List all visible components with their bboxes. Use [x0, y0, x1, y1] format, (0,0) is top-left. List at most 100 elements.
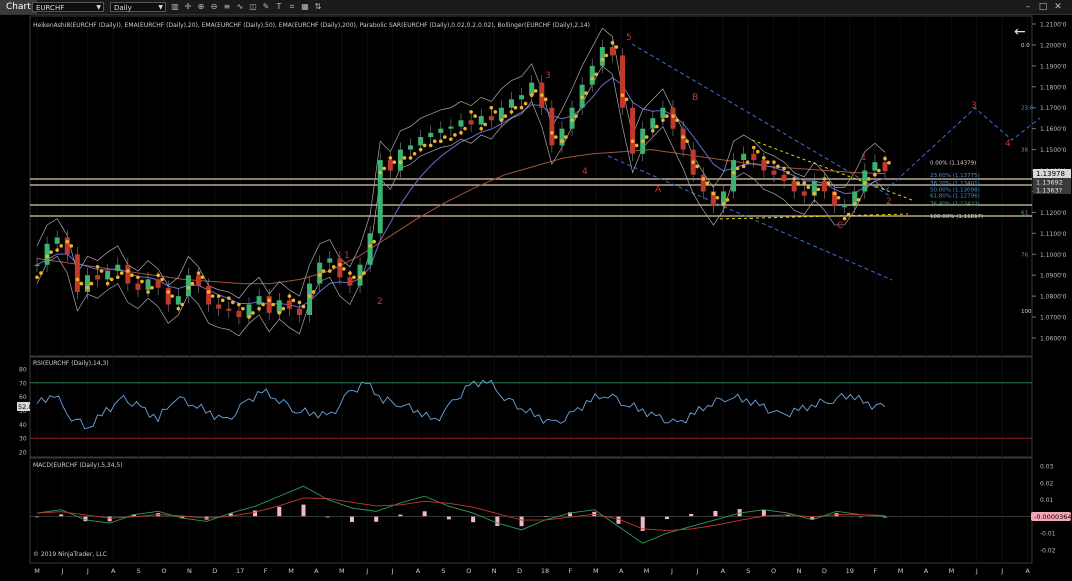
- candle-body: [488, 116, 494, 121]
- sar-dot: [200, 275, 205, 280]
- candle-body: [680, 128, 686, 150]
- sar-dot: [307, 294, 312, 298]
- candle-body: [155, 279, 161, 288]
- sar-dot: [432, 139, 437, 144]
- grid: [36, 16, 1028, 563]
- time-axis-label: D: [822, 567, 827, 575]
- price-axis-label: 1.2000'0: [1040, 42, 1067, 49]
- sar-dot: [614, 45, 619, 49]
- sar-dot: [741, 164, 746, 169]
- rsi-panel-frame: [29, 356, 1033, 458]
- sar-dot: [661, 118, 665, 123]
- candle-body: [529, 82, 535, 96]
- time-axis-label: O: [161, 567, 166, 575]
- sar-dot: [65, 239, 70, 244]
- candle-body: [95, 275, 101, 280]
- sar-dot: [398, 160, 403, 164]
- time-axis-label: A: [924, 567, 929, 575]
- candle-body: [731, 160, 737, 192]
- candle-body: [44, 243, 50, 265]
- sar-dot: [75, 277, 80, 282]
- candle-body: [226, 308, 232, 311]
- sar-dot: [721, 202, 726, 206]
- sar-dot: [711, 191, 716, 196]
- macd-histogram-bar: [664, 516, 669, 520]
- sar-dot: [570, 118, 574, 123]
- macd-histogram-bar: [107, 516, 112, 522]
- sar-dot: [45, 254, 49, 259]
- time-axis-label: N: [187, 567, 192, 575]
- time-axis-label: J: [60, 567, 63, 575]
- macd-histogram-bar: [519, 516, 524, 527]
- sar-dot: [523, 101, 528, 106]
- candle-body: [236, 310, 242, 318]
- candle-body: [660, 107, 666, 119]
- candle-body: [185, 275, 191, 297]
- sar-dot: [883, 156, 887, 161]
- sar-dot: [816, 187, 821, 192]
- fib-axis-label: 61.: [1021, 210, 1030, 216]
- candle-body: [317, 262, 323, 284]
- sar-dot: [826, 181, 831, 185]
- price-axis-label: 1.0600'0: [1040, 336, 1067, 343]
- current-price-text: 1.13978: [1036, 170, 1065, 178]
- sar-dot: [590, 76, 595, 81]
- wave-label: 1: [344, 251, 350, 261]
- macd-histogram-bar: [301, 504, 306, 517]
- sar-dot: [368, 244, 372, 248]
- sar-dot: [812, 191, 817, 196]
- wave-label: 3: [971, 101, 977, 111]
- sar-dot: [832, 191, 837, 196]
- sar-dot: [156, 273, 160, 278]
- sar-dot: [85, 285, 90, 290]
- sar-dot: [105, 281, 110, 286]
- time-axis-label: M: [34, 567, 40, 575]
- candle-body: [630, 107, 636, 154]
- sar-dot: [321, 269, 326, 273]
- sar-dot: [160, 277, 164, 282]
- macd-histogram-bar: [59, 514, 64, 517]
- sar-dot: [271, 302, 275, 307]
- sar-dot: [624, 97, 629, 102]
- sar-dot: [681, 135, 685, 139]
- sar-dot: [469, 110, 473, 114]
- sar-dot: [529, 93, 534, 97]
- sar-dot: [867, 177, 871, 181]
- macd-histogram-bar: [471, 516, 476, 523]
- sar-dot: [640, 139, 645, 144]
- candle-body: [428, 132, 434, 138]
- triangle-upper-line[interactable]: [751, 139, 913, 201]
- sar-dot: [301, 304, 306, 309]
- candle-body: [771, 170, 777, 175]
- back-arrow-icon[interactable]: ←: [1014, 24, 1026, 40]
- sar-dot: [665, 114, 669, 118]
- macd-value-text: -0.0000364: [1034, 513, 1072, 521]
- candle-body: [125, 264, 131, 284]
- chart-canvas[interactable]: 1.2100'0 1.2000'0 1.1900'0 1.1800'0 1.1700'0…: [0, 0, 1072, 581]
- sar-dot: [79, 281, 84, 286]
- sar-dot: [655, 124, 659, 129]
- time-axis-label: D: [517, 567, 522, 575]
- candle-body: [569, 107, 575, 129]
- sar-dot: [418, 147, 423, 152]
- sar-dot: [877, 168, 881, 173]
- time-axis-label: J: [365, 567, 368, 575]
- sar-dot: [388, 156, 393, 160]
- price-axis-label: 1.2100'0: [1040, 22, 1067, 29]
- sar-dot: [751, 145, 756, 150]
- candle-body: [821, 181, 827, 192]
- sar-dot: [493, 110, 498, 114]
- fib-axis-label: 0.0: [1021, 43, 1030, 49]
- time-axis-label: M: [644, 567, 650, 575]
- time-axis-label: M: [288, 567, 294, 575]
- macd-histogram-bar: [374, 516, 379, 522]
- candle-body: [438, 128, 444, 133]
- sar-dot: [695, 164, 699, 169]
- candle-body: [387, 160, 393, 171]
- sar-dot: [358, 275, 362, 280]
- candle-body: [872, 162, 878, 171]
- sar-dot: [762, 156, 766, 160]
- sar-dot: [846, 212, 851, 217]
- sar-dot: [610, 41, 615, 45]
- sar-dot: [852, 202, 857, 206]
